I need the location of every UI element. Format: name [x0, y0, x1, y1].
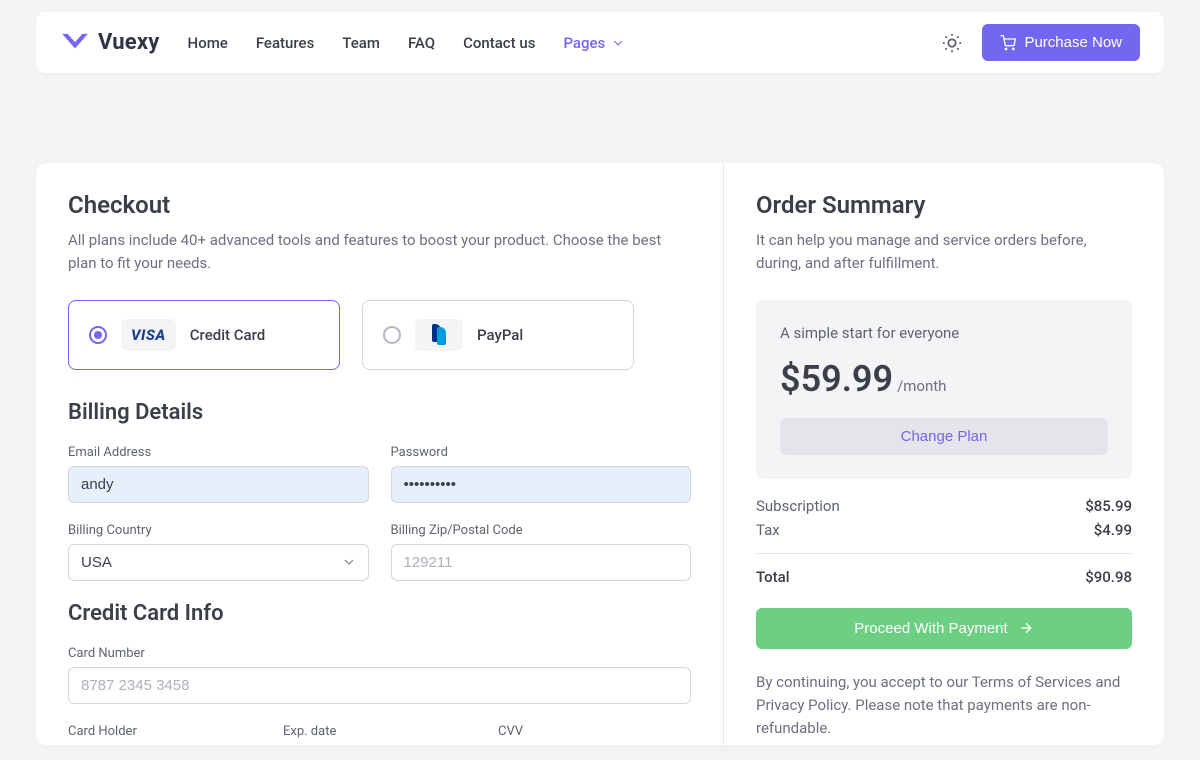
visa-badge: VISA [121, 319, 176, 351]
visa-icon: VISA [131, 326, 166, 344]
arrow-right-icon [1018, 620, 1034, 636]
order-summary-title: Order Summary [756, 191, 1132, 219]
paypal-badge [415, 319, 463, 351]
logo-icon [60, 32, 90, 54]
card-number-field[interactable] [68, 667, 691, 704]
nav-link-features[interactable]: Features [256, 34, 314, 52]
card-number-label: Card Number [68, 646, 691, 661]
payment-option-paypal[interactable]: PayPal [362, 300, 634, 370]
sun-icon [941, 32, 963, 54]
password-label: Password [391, 445, 692, 460]
summary-divider [756, 553, 1132, 554]
order-summary-subtitle: It can help you manage and service order… [756, 229, 1132, 276]
brand-logo[interactable]: Vuexy [60, 30, 160, 55]
payment-method-group: VISA Credit Card PayPal [68, 300, 691, 370]
checkout-subtitle: All plans include 40+ advanced tools and… [68, 229, 691, 276]
change-plan-button[interactable]: Change Plan [780, 418, 1108, 455]
theme-toggle[interactable] [934, 25, 970, 61]
password-field[interactable] [391, 466, 692, 503]
country-select[interactable] [68, 544, 369, 581]
plan-box: A simple start for everyone $59.99 /mont… [756, 300, 1132, 479]
nav-link-team[interactable]: Team [342, 34, 380, 52]
tax-value: $4.99 [1094, 521, 1132, 539]
brand-name: Vuexy [98, 30, 160, 55]
subscription-label: Subscription [756, 497, 840, 515]
radio-paypal [383, 326, 401, 344]
country-label: Billing Country [68, 523, 369, 538]
nav-link-pages-label: Pages [563, 34, 605, 52]
radio-credit-card [89, 326, 107, 344]
checkout-card: Checkout All plans include 40+ advanced … [36, 163, 1164, 745]
chevron-down-icon [611, 36, 625, 50]
subscription-value: $85.99 [1085, 497, 1132, 515]
card-exp-label: Exp. date [283, 724, 476, 739]
plan-hint: A simple start for everyone [780, 324, 1108, 342]
payment-option-credit-card[interactable]: VISA Credit Card [68, 300, 340, 370]
proceed-button-label: Proceed With Payment [854, 620, 1007, 637]
order-summary: Order Summary It can help you manage and… [724, 163, 1164, 745]
plan-price: $59.99 [780, 358, 893, 400]
total-label: Total [756, 568, 790, 586]
card-cvv-label: CVV [498, 724, 691, 739]
cart-icon [1000, 35, 1016, 51]
nav-link-home[interactable]: Home [188, 34, 228, 52]
proceed-button[interactable]: Proceed With Payment [756, 608, 1132, 649]
nav-link-contact[interactable]: Contact us [463, 34, 535, 52]
plan-period: /month [897, 377, 946, 395]
disclaimer-text: By continuing, you accept to our Terms o… [756, 671, 1132, 741]
credit-card-info-title: Credit Card Info [68, 601, 691, 626]
checkout-left: Checkout All plans include 40+ advanced … [36, 163, 724, 745]
email-field[interactable] [68, 466, 369, 503]
purchase-button[interactable]: Purchase Now [982, 24, 1140, 61]
tax-label: Tax [756, 521, 780, 539]
billing-details-title: Billing Details [68, 400, 691, 425]
zip-label: Billing Zip/Postal Code [391, 523, 692, 538]
paypal-icon [432, 324, 446, 345]
navbar: Vuexy Home Features Team FAQ Contact us … [36, 12, 1164, 73]
nav-link-faq[interactable]: FAQ [408, 34, 435, 52]
nav-link-pages[interactable]: Pages [563, 34, 625, 52]
payment-credit-card-label: Credit Card [190, 326, 265, 344]
card-holder-label: Card Holder [68, 724, 261, 739]
total-value: $90.98 [1085, 568, 1132, 586]
nav-links: Home Features Team FAQ Contact us Pages [188, 34, 626, 52]
purchase-button-label: Purchase Now [1024, 34, 1122, 51]
email-label: Email Address [68, 445, 369, 460]
checkout-title: Checkout [68, 191, 691, 219]
payment-paypal-label: PayPal [477, 326, 523, 344]
zip-field[interactable] [391, 544, 692, 581]
